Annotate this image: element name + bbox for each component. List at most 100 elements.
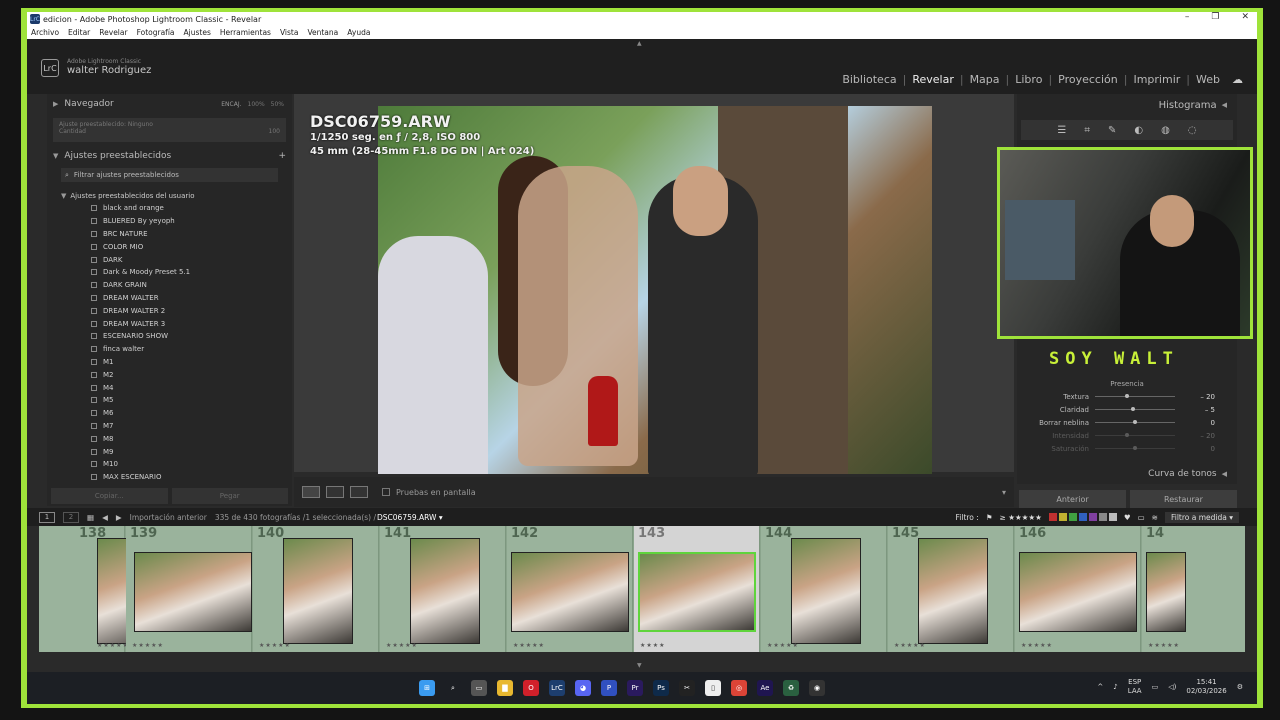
thumbnail[interactable]	[410, 538, 480, 644]
filmstrip-cell[interactable]: 142 ★★★★★	[507, 526, 633, 652]
filmstrip-cell[interactable]: 140 ★★★★★	[253, 526, 379, 652]
document-icon[interactable]: ▯	[705, 680, 721, 696]
slider-value[interactable]: 0	[1175, 445, 1215, 453]
current-filename[interactable]: DSC06759.ARW ▾	[377, 513, 443, 522]
add-preset-button[interactable]: +	[278, 151, 286, 161]
thumbnail[interactable]	[283, 538, 353, 644]
before-after-button[interactable]	[326, 486, 344, 498]
thumbnail[interactable]	[511, 552, 629, 632]
filmstrip-cell[interactable]: 146 ★★★★★	[1015, 526, 1141, 652]
thumbnail[interactable]	[918, 538, 988, 644]
clock[interactable]: 15:41 02/03/2026	[1186, 678, 1226, 696]
module-2[interactable]: Mapa	[970, 73, 1000, 86]
preset-item[interactable]: DREAM WALTER 3	[47, 317, 292, 330]
presets-header[interactable]: ▼ Ajustes preestablecidos +	[47, 146, 292, 166]
heart-icon[interactable]: ♥	[1124, 513, 1131, 522]
maximize-button[interactable]: ❐	[1211, 12, 1219, 22]
slider-knob[interactable]	[1133, 446, 1137, 450]
slider-value[interactable]: 0	[1175, 419, 1215, 427]
app-icon[interactable]: ♻	[783, 680, 799, 696]
softproof-checkbox[interactable]	[382, 488, 390, 496]
module-0[interactable]: Biblioteca	[842, 73, 896, 86]
redeye-correction-icon[interactable]: ◌	[1188, 125, 1197, 136]
main-photo[interactable]	[378, 106, 932, 474]
redeye-icon[interactable]: ◐	[1134, 125, 1143, 136]
filmstrip-cell[interactable]: 139 ★★★★★	[126, 526, 252, 652]
preset-item[interactable]: MAX ESCENARIO	[47, 471, 292, 484]
heal-icon[interactable]: ✎	[1108, 125, 1116, 136]
slider-value[interactable]: – 20	[1175, 432, 1215, 440]
custom-filter-dropdown[interactable]: Filtro a medida ▾	[1164, 511, 1239, 523]
filmstrip-cell[interactable]: 14 ★★★★★	[1142, 526, 1245, 652]
discord-icon[interactable]: ◕	[575, 680, 591, 696]
slider-row[interactable]: Claridad – 5	[1017, 403, 1237, 416]
preset-item[interactable]: DARK	[47, 253, 292, 266]
preset-item[interactable]: M4	[47, 381, 292, 394]
before-after-swap-button[interactable]	[350, 486, 368, 498]
color-label-swatch[interactable]	[1068, 513, 1077, 521]
rating-stars[interactable]: ★★★★★	[132, 642, 164, 649]
reset-button[interactable]: Restaurar	[1130, 490, 1237, 508]
premiere-icon[interactable]: Pr	[627, 680, 643, 696]
rating-stars[interactable]: ★★★★★	[767, 642, 799, 649]
paste-button[interactable]: Pegar	[171, 488, 288, 504]
slider-track[interactable]	[1095, 433, 1175, 437]
menu-item-4[interactable]: Ajustes	[184, 28, 211, 37]
slider-track[interactable]	[1095, 407, 1175, 411]
slider-knob[interactable]	[1125, 433, 1129, 437]
rating-filter[interactable]: ≥ ★★★★★	[1000, 513, 1042, 522]
task-view-icon[interactable]: ▭	[471, 680, 487, 696]
file-explorer-icon[interactable]: ▇	[497, 680, 513, 696]
color-label-filter[interactable]	[1048, 513, 1117, 521]
cloud-icon[interactable]: ☁	[1232, 73, 1243, 86]
slider-track[interactable]	[1095, 394, 1175, 398]
menu-item-0[interactable]: Archivo	[31, 28, 59, 37]
loupe-view-button[interactable]	[302, 486, 320, 498]
screen-1-button[interactable]: 1	[39, 511, 55, 523]
nav-100-option[interactable]: 100%	[248, 101, 265, 108]
previous-button[interactable]: Anterior	[1019, 490, 1126, 508]
back-arrow-icon[interactable]: ◀	[102, 513, 108, 522]
rating-stars[interactable]: ★★★★★	[1021, 642, 1053, 649]
close-button[interactable]: ✕	[1241, 12, 1249, 22]
thumbnail[interactable]	[791, 538, 861, 644]
slider-value[interactable]: – 20	[1175, 393, 1215, 401]
filmstrip-cell[interactable]: 145 ★★★★★	[888, 526, 1014, 652]
lightroom-icon[interactable]: LrC	[549, 680, 565, 696]
rating-stars[interactable]: ★★★★★	[1148, 642, 1180, 649]
masking-icon[interactable]: ◍	[1161, 125, 1170, 136]
after-effects-icon[interactable]: Ae	[757, 680, 773, 696]
preset-item[interactable]: M2	[47, 368, 292, 381]
slider-knob[interactable]	[1133, 420, 1137, 424]
menu-item-6[interactable]: Vista	[280, 28, 299, 37]
nav-50-option[interactable]: 50%	[271, 101, 284, 108]
color-label-swatch[interactable]	[1048, 513, 1057, 521]
top-panel-toggle-icon[interactable]: ▲	[637, 40, 642, 47]
slider-row[interactable]: Textura – 20	[1017, 390, 1237, 403]
notifications-icon[interactable]: ⚙	[1237, 683, 1243, 691]
preset-item[interactable]: M1	[47, 356, 292, 369]
grid-icon[interactable]: ▦	[87, 513, 94, 522]
module-6[interactable]: Web	[1196, 73, 1220, 86]
screen-2-button[interactable]: 2	[63, 511, 79, 523]
module-4[interactable]: Proyección	[1058, 73, 1118, 86]
filmstrip-cell[interactable]: 138 ★★★★★	[39, 526, 167, 652]
preset-item[interactable]: DREAM WALTER	[47, 292, 292, 305]
thumbnail[interactable]	[134, 552, 252, 632]
bottom-panel-toggle-icon[interactable]: ▼	[637, 662, 642, 669]
rating-stars[interactable]: ★★★★★	[894, 642, 926, 649]
filmstrip-cell[interactable]: 141 ★★★★★	[380, 526, 506, 652]
preset-item[interactable]: M6	[47, 407, 292, 420]
capcut-icon[interactable]: ✂	[679, 680, 695, 696]
opera-icon[interactable]: O	[523, 680, 539, 696]
volume-icon[interactable]: ◁)	[1168, 683, 1176, 691]
preset-item[interactable]: M7	[47, 420, 292, 433]
preset-item[interactable]: COLOR MIO	[47, 240, 292, 253]
module-3[interactable]: Libro	[1015, 73, 1042, 86]
thumbnail[interactable]	[638, 552, 756, 632]
preset-item[interactable]: DARK GRAIN	[47, 279, 292, 292]
user-preset-group[interactable]: ▼ Ajustes preestablecidos del usuario	[47, 190, 292, 202]
minimize-button[interactable]: –	[1185, 12, 1190, 22]
module-1[interactable]: Revelar	[912, 73, 954, 86]
rating-stars[interactable]: ★★★★	[640, 642, 666, 649]
